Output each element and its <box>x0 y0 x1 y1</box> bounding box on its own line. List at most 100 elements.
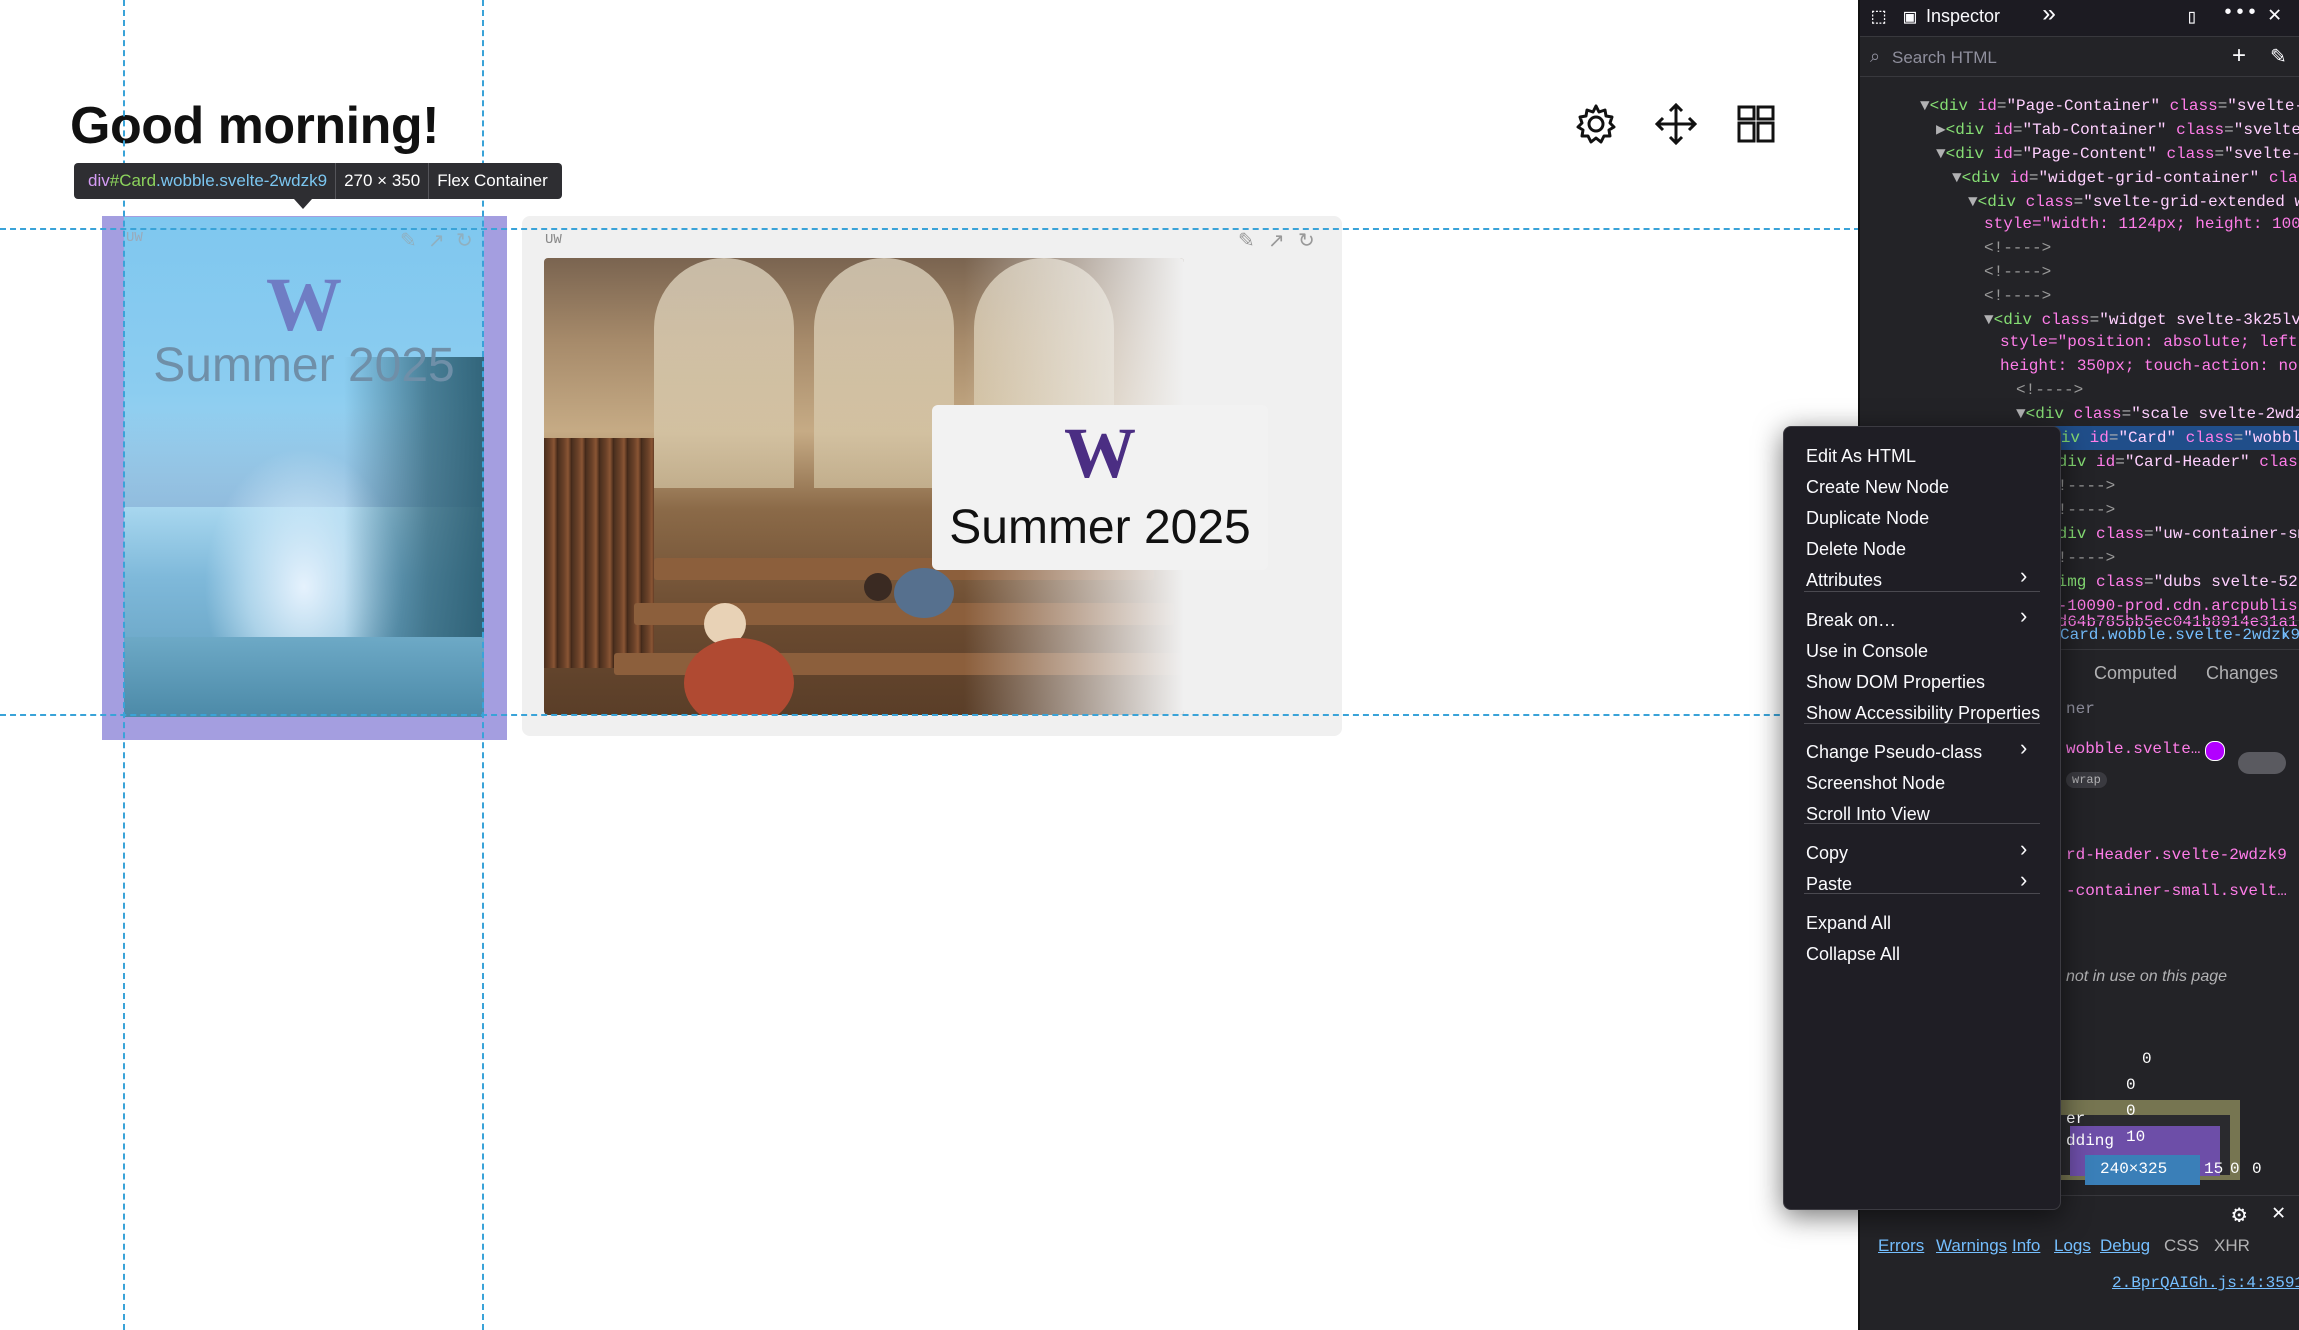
menu-item-duplicate-node[interactable]: Duplicate Node <box>1806 503 1929 533</box>
responsive-icon[interactable]: ▯ <box>2186 4 2198 30</box>
filter-logs[interactable]: Logs <box>2054 1236 2091 1256</box>
tab-inspector[interactable]: Inspector <box>1926 6 2000 27</box>
tooltip-kind: Flex Container <box>437 171 548 190</box>
expand-toggle-icon: ▼ <box>1936 145 1946 163</box>
console-filters: Errors Warnings Info Logs Debug CSS XHR <box>1860 1232 2299 1264</box>
chevron-right-icon: › <box>2020 603 2028 628</box>
grid-layout-icon[interactable] <box>1734 102 1778 146</box>
menu-separator <box>1804 723 2040 724</box>
boxmodel-padding-label: dding <box>2066 1132 2115 1150</box>
menu-item-scroll-into-view[interactable]: Scroll Into View <box>1806 799 1930 829</box>
menu-item-expand-all[interactable]: Expand All <box>1806 908 1891 938</box>
filter-debug[interactable]: Debug <box>2100 1236 2150 1256</box>
filter-errors[interactable]: Errors <box>1878 1236 1924 1256</box>
source-link[interactable]: 2.BprQAIGh.js:4:3591 <box>2112 1274 2299 1292</box>
refresh-icon[interactable]: ↻ <box>456 228 473 253</box>
menu-separator <box>1804 823 2040 824</box>
tooltip-tag: div <box>88 171 110 190</box>
tab-computed[interactable]: Computed <box>2094 663 2177 684</box>
menu-separator <box>1804 893 2040 894</box>
web-page: Good morning! UW ✎ ↗ ↻ W Summer 2025 UW … <box>0 0 1860 1330</box>
expand-toggle-icon: ▼ <box>1952 169 1962 187</box>
menu-item-create-new-node[interactable]: Create New Node <box>1806 472 1949 502</box>
filter-info[interactable]: Info <box>2012 1236 2040 1256</box>
rule-selector[interactable]: rd-Header.svelte-2wdzk9 <box>2066 846 2287 864</box>
tooltip-arrow <box>294 199 312 209</box>
boxmodel-top: 0 <box>2142 1050 2152 1068</box>
toggle-switch[interactable] <box>2238 752 2286 774</box>
more-options-icon[interactable]: ••• <box>2222 2 2258 25</box>
menu-separator <box>1804 591 2040 592</box>
open-external-icon[interactable]: ↗ <box>428 228 445 253</box>
card-label: UW <box>545 232 562 248</box>
add-node-icon[interactable]: + <box>2232 42 2246 70</box>
menu-item-use-in-console[interactable]: Use in Console <box>1806 636 1928 666</box>
expand-toggle-icon: ▼ <box>1968 193 1978 211</box>
breadcrumb-item[interactable]: Card.wobble.svelte-2wdzk9 <box>2060 621 2299 649</box>
flex-badge[interactable]: wrap <box>2066 772 2107 788</box>
menu-item-paste[interactable]: Paste <box>1806 869 1852 899</box>
guide-line <box>482 0 484 1330</box>
menu-item-show-dom-properties[interactable]: Show DOM Properties <box>1806 667 1985 697</box>
chevron-right-icon: › <box>2020 735 2028 760</box>
tooltip-size: 270 × 350 <box>344 171 421 190</box>
search-input[interactable]: Search HTML <box>1892 48 1997 68</box>
boxmodel-right-margin[interactable]: 0 <box>2252 1160 2262 1178</box>
chevron-right-icon: › <box>2020 563 2028 588</box>
rules-filter[interactable]: ner <box>2066 700 2095 718</box>
settings-icon[interactable]: ⚙ <box>2232 1200 2246 1230</box>
expand-toggle-icon: ▼ <box>1984 311 1994 329</box>
card-title: Summer 2025 <box>153 339 455 392</box>
color-swatch-icon[interactable] <box>2205 741 2225 761</box>
element-picker-icon[interactable]: ⬚ <box>1872 4 1885 30</box>
uw-logo: W <box>266 263 342 347</box>
devtools-toolbar: ⬚ ▣ Inspector » ▯ ••• ✕ <box>1860 0 2299 37</box>
eyedropper-icon[interactable]: ✎ <box>2270 44 2287 69</box>
boxmodel-border-label: er <box>2066 1110 2086 1128</box>
menu-item-change-pseudo-class[interactable]: Change Pseudo-class <box>1806 737 1982 767</box>
close-icon[interactable]: ✕ <box>2268 2 2281 28</box>
context-menu: Edit As HTML Create New Node Duplicate Nod… <box>1783 426 2061 1210</box>
menu-item-delete-node[interactable]: Delete Node <box>1806 534 1906 564</box>
tooltip-classes: .wobble.svelte-2wdzk9 <box>156 171 328 190</box>
menu-item-copy[interactable]: Copy <box>1806 838 1848 868</box>
refresh-icon[interactable]: ↻ <box>1298 228 1315 253</box>
tab-changes[interactable]: Changes <box>2206 663 2278 684</box>
tooltip-id: #Card <box>109 171 157 190</box>
guide-line <box>0 228 1860 230</box>
search-icon: ⌕ <box>1870 46 1881 66</box>
expand-toggle-icon: ▼ <box>1920 97 1930 115</box>
boxmodel-content-value[interactable]: 240×325 <box>2100 1160 2167 1178</box>
chevron-right-icon[interactable]: › <box>2280 621 2290 649</box>
menu-item-screenshot-node[interactable]: Screenshot Node <box>1806 768 1945 798</box>
move-arrows-icon[interactable] <box>1654 102 1698 146</box>
boxmodel-right-padding[interactable]: 15 <box>2204 1160 2223 1178</box>
gear-icon[interactable] <box>1574 102 1618 146</box>
edit-icon[interactable]: ✎ <box>400 228 417 253</box>
open-external-icon[interactable]: ↗ <box>1268 228 1285 253</box>
edit-icon[interactable]: ✎ <box>1238 228 1255 253</box>
boxmodel-right-border[interactable]: 0 <box>2230 1160 2240 1178</box>
more-tabs-icon[interactable]: » <box>2042 2 2056 29</box>
html-search-bar[interactable]: ⌕ Search HTML + ✎ <box>1860 40 2299 77</box>
chevron-right-icon: › <box>2020 867 2028 892</box>
boxmodel-margin-value[interactable]: 0 <box>2126 1076 2136 1094</box>
guide-line <box>0 714 1860 716</box>
expand-toggle-icon: ▼ <box>2016 405 2026 423</box>
expand-toggle-icon: ▶ <box>1936 121 1946 139</box>
filter-xhr[interactable]: XHR <box>2214 1236 2250 1256</box>
close-console-icon[interactable]: ✕ <box>2272 1200 2285 1226</box>
uw-logo: W <box>1064 413 1136 493</box>
boxmodel-border-value[interactable]: 0 <box>2126 1102 2136 1120</box>
menu-item-edit-as-html[interactable]: Edit As HTML <box>1806 441 1916 471</box>
menu-item-break-on[interactable]: Break on… <box>1806 605 1896 635</box>
page-title: Good morning! <box>70 97 439 155</box>
rule-selector[interactable]: wobble.svelte… <box>2066 740 2200 758</box>
inactive-note: not in use on this page <box>2066 968 2228 985</box>
filter-warnings[interactable]: Warnings <box>1936 1236 2007 1256</box>
chevron-right-icon: › <box>2020 836 2028 861</box>
filter-css[interactable]: CSS <box>2164 1236 2199 1256</box>
boxmodel-padding-value[interactable]: 10 <box>2126 1128 2145 1146</box>
rule-selector[interactable]: -container-small.svelt… <box>2066 882 2287 900</box>
menu-item-collapse-all[interactable]: Collapse All <box>1806 939 1900 969</box>
